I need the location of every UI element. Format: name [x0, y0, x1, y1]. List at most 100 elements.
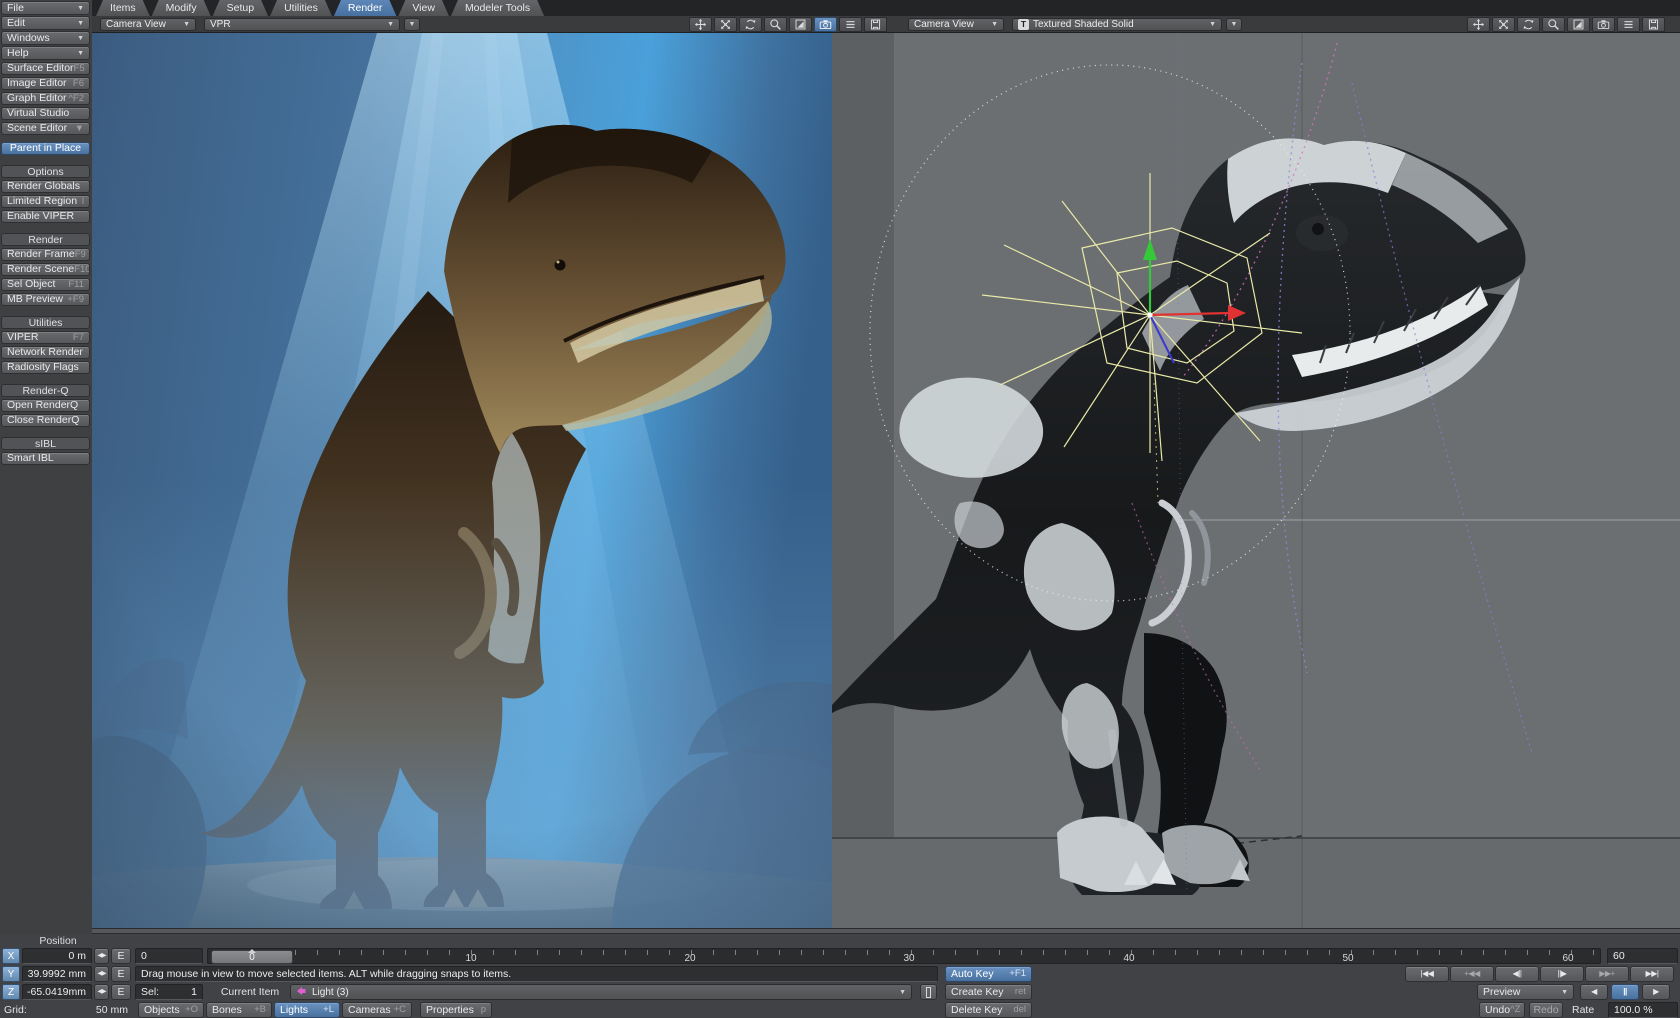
- rate-field[interactable]: 100.0 %: [1608, 1002, 1678, 1018]
- tab-modeler-tools[interactable]: Modeler Tools: [451, 0, 544, 16]
- sidebar-item-open-renderq[interactable]: Open RenderQ: [1, 399, 90, 412]
- step-forward-button[interactable]: ||▶: [1540, 966, 1584, 982]
- rotate-icon[interactable]: [1517, 17, 1540, 32]
- auto-key-button[interactable]: Auto Key+F1: [945, 966, 1032, 982]
- end-frame-field[interactable]: 60: [1607, 948, 1678, 964]
- tab-items[interactable]: Items: [96, 0, 150, 16]
- sidebar-item-parent-in-place[interactable]: Parent in Place: [1, 142, 90, 155]
- envelope-x-button[interactable]: E: [111, 948, 131, 964]
- nudge-z-button[interactable]: ◀▶: [94, 984, 109, 1000]
- go-to-start-button[interactable]: |◀◀: [1405, 966, 1449, 982]
- sidebar-item-render-frame[interactable]: Render FrameF9: [1, 248, 90, 261]
- envelope-z-button[interactable]: E: [111, 984, 131, 1000]
- axis-y-button[interactable]: Y: [2, 966, 20, 982]
- tab-setup[interactable]: Setup: [213, 0, 268, 16]
- camera-icon[interactable]: [1592, 17, 1615, 32]
- sidebar-item-radiosity-flags[interactable]: Radiosity Flags: [1, 361, 90, 374]
- play-reverse-button[interactable]: ◀: [1580, 984, 1608, 1000]
- envelope-y-button[interactable]: E: [111, 966, 131, 982]
- sidebar-item-enable-viper[interactable]: Enable VIPER: [1, 210, 90, 223]
- current-item-dropdown[interactable]: Light (3) ▼: [290, 984, 912, 1000]
- view-type-dropdown-left[interactable]: Camera View▼: [100, 18, 196, 31]
- item-type-objects-button[interactable]: Objects+O: [138, 1002, 204, 1018]
- pause-button[interactable]: ||: [1611, 984, 1639, 1000]
- tab-view[interactable]: View: [398, 0, 449, 16]
- chevron-down-icon: ▼: [1209, 21, 1216, 28]
- axis-x-button[interactable]: X: [2, 948, 20, 964]
- sidebar-item-image-editor[interactable]: Image EditorF6: [1, 77, 90, 90]
- maximize-icon[interactable]: [789, 17, 812, 32]
- view-type-dropdown-right[interactable]: Camera View▼: [908, 18, 1004, 31]
- render-mode-dropdown-right[interactable]: TTextured Shaded Solid▼: [1012, 18, 1222, 31]
- sidebar-item-surface-editor[interactable]: Surface EditorF5: [1, 62, 90, 75]
- preview-dropdown[interactable]: Preview▼: [1477, 984, 1574, 1000]
- timeline-ruler[interactable]: 10 20 30 40 50 60 0: [207, 948, 1601, 964]
- play-button[interactable]: ▶: [1642, 984, 1670, 1000]
- list-icon[interactable]: [839, 17, 862, 32]
- menu-windows[interactable]: Windows▼: [1, 31, 90, 45]
- item-type-lights-button[interactable]: Lights+L: [274, 1002, 340, 1018]
- item-type-bones-button[interactable]: Bones+B: [206, 1002, 272, 1018]
- step-back-button[interactable]: ◀||: [1495, 966, 1539, 982]
- go-to-end-button[interactable]: ▶▶|: [1630, 966, 1674, 982]
- sidebar-item-scene-editor[interactable]: Scene Editor▼: [1, 122, 90, 135]
- undo-button[interactable]: Undo^Z: [1479, 1002, 1525, 1018]
- next-key-button[interactable]: ▶▶+: [1585, 966, 1629, 982]
- redo-button[interactable]: Redo: [1529, 1002, 1563, 1018]
- timeline-slider-knob[interactable]: 0: [211, 950, 293, 964]
- main-menu-column: File▼ Edit▼ Windows▼ Help▼: [0, 0, 92, 61]
- viewport-right-canvas[interactable]: [832, 33, 1680, 928]
- rotate-icon[interactable]: [739, 17, 762, 32]
- sidebar-item-limited-region[interactable]: Limited Regionl: [1, 195, 90, 208]
- camera-icon[interactable]: [814, 17, 837, 32]
- viewport-options-dropdown-left[interactable]: ▼: [404, 18, 420, 31]
- selection-count-field[interactable]: Sel:1: [135, 984, 203, 1000]
- sidebar-item-close-renderq[interactable]: Close RenderQ: [1, 414, 90, 427]
- pan-icon[interactable]: [714, 17, 737, 32]
- snapshot-icon[interactable]: [1642, 17, 1665, 32]
- menu-help[interactable]: Help▼: [1, 46, 90, 60]
- position-z-field[interactable]: -65.0419mm: [22, 984, 92, 1000]
- zoom-icon[interactable]: [1542, 17, 1565, 32]
- render-mode-dropdown-left[interactable]: VPR▼: [204, 18, 400, 31]
- viewport-left-canvas[interactable]: [92, 33, 832, 928]
- previous-key-button[interactable]: +◀◀: [1450, 966, 1494, 982]
- sidebar-item-sel-object[interactable]: Sel ObjectF11: [1, 278, 90, 291]
- sidebar-item-render-scene[interactable]: Render SceneF10: [1, 263, 90, 276]
- sidebar-item-smart-ibl[interactable]: Smart IBL: [1, 452, 90, 465]
- item-list-toggle-button[interactable]: [920, 984, 937, 1000]
- timeline-label: 10: [461, 953, 481, 964]
- item-type-cameras-button[interactable]: Cameras+C: [342, 1002, 412, 1018]
- menu-file[interactable]: File▼: [1, 1, 90, 15]
- section-header-render-q: Render-Q: [1, 384, 90, 397]
- sidebar-item-virtual-studio[interactable]: Virtual Studio: [1, 107, 90, 120]
- nudge-x-button[interactable]: ◀▶: [94, 948, 109, 964]
- tab-modify[interactable]: Modify: [152, 0, 211, 16]
- list-icon[interactable]: [1617, 17, 1640, 32]
- create-key-button[interactable]: Create Keyret: [945, 984, 1032, 1000]
- properties-button[interactable]: Propertiesp: [420, 1002, 492, 1018]
- pan-icon[interactable]: [1492, 17, 1515, 32]
- current-frame-field[interactable]: 0: [135, 948, 203, 964]
- sidebar-item-mb-preview[interactable]: MB Preview+F9: [1, 293, 90, 306]
- tab-render[interactable]: Render: [334, 0, 396, 16]
- menu-edit[interactable]: Edit▼: [1, 16, 90, 30]
- maximize-icon[interactable]: [1567, 17, 1590, 32]
- delete-key-button[interactable]: Delete Keydel: [945, 1002, 1032, 1018]
- label: Sel Object: [7, 279, 55, 290]
- sidebar-item-graph-editor[interactable]: Graph Editor^F2: [1, 92, 90, 105]
- move-icon[interactable]: [689, 17, 712, 32]
- sidebar-item-network-render[interactable]: Network Render: [1, 346, 90, 359]
- move-icon[interactable]: [1467, 17, 1490, 32]
- position-y-field[interactable]: 39.9992 mm: [22, 966, 92, 982]
- sidebar-item-render-globals[interactable]: Render Globals: [1, 180, 90, 193]
- chevron-down-icon: ▼: [899, 989, 906, 996]
- viewport-options-dropdown-right[interactable]: ▼: [1226, 18, 1242, 31]
- axis-z-button[interactable]: Z: [2, 984, 20, 1000]
- position-x-field[interactable]: 0 m: [22, 948, 92, 964]
- sidebar-item-viper[interactable]: VIPERF7: [1, 331, 90, 344]
- nudge-y-button[interactable]: ◀▶: [94, 966, 109, 982]
- zoom-icon[interactable]: [764, 17, 787, 32]
- snapshot-icon[interactable]: [864, 17, 887, 32]
- tab-utilities[interactable]: Utilities: [270, 0, 332, 16]
